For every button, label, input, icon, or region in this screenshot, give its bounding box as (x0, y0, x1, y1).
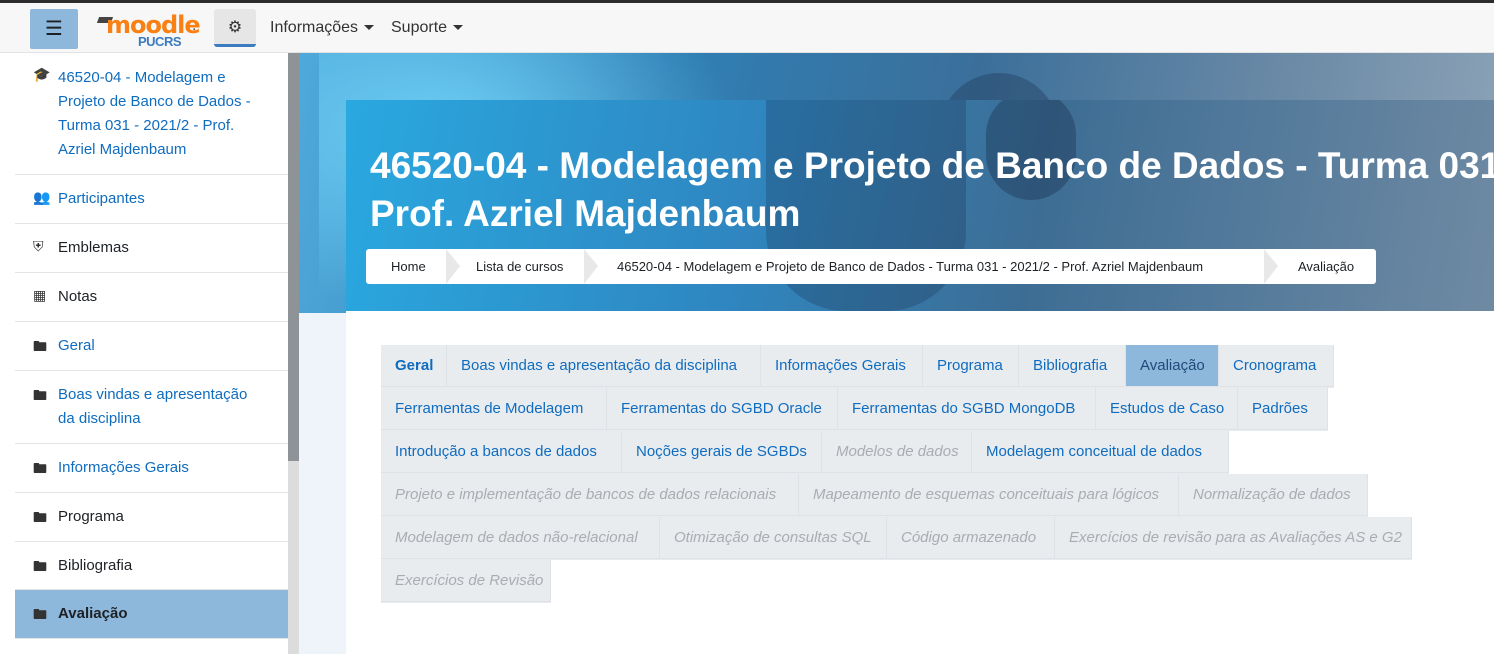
tab-ferramentas-oracle[interactable]: Ferramentas do SGBD Oracle (607, 388, 838, 430)
tabs-empty-area (1328, 388, 1494, 431)
logo-subtext: PUCRS (138, 34, 182, 49)
folder-icon: 🖿 (33, 338, 47, 354)
tabs-empty-area (551, 560, 1494, 603)
tab-programa[interactable]: Programa (923, 345, 1019, 387)
breadcrumb-separator-icon (584, 249, 598, 284)
tab-exercicios-avaliacoes: Exercícios de revisão para as Avaliações… (1055, 517, 1412, 559)
tab-codigo-armazenado: Código armazenado (887, 517, 1055, 559)
shield-icon: ⛨ (33, 238, 44, 254)
folder-icon: 🖿 (33, 460, 47, 476)
scrollbar-thumb[interactable] (288, 53, 299, 461)
tab-geral[interactable]: Geral (381, 345, 447, 387)
drawer-item-label: Participantes (58, 190, 145, 207)
table-icon: ▦ (33, 287, 47, 303)
folder-icon: 🖿 (33, 509, 47, 525)
tab-ferramentas-mongodb[interactable]: Ferramentas do SGBD MongoDB (838, 388, 1096, 430)
tab-mapeamento-esquemas: Mapeamento de esquemas conceituais para … (799, 474, 1179, 516)
breadcrumb: Home Lista de cursos 46520-04 - Modelage… (366, 249, 1376, 284)
tabs-empty-area (1412, 517, 1494, 560)
tab-exercicios-revisao: Exercícios de Revisão (381, 560, 551, 602)
drawer-item-informacoes-gerais[interactable]: 🖿 Informações Gerais (15, 444, 288, 493)
site-logo[interactable]: moodle PUCRS (96, 11, 201, 49)
tab-introducao[interactable]: Introdução a bancos de dados (381, 431, 622, 473)
drawer-item-label: Informações Gerais (58, 459, 189, 476)
menu-informacoes[interactable]: Informações (270, 19, 375, 37)
tab-nocoes-gerais[interactable]: Noções gerais de SGBDs (622, 431, 822, 473)
folder-icon: 🖿 (33, 606, 47, 622)
tab-cronograma[interactable]: Cronograma (1219, 345, 1334, 387)
breadcrumb-course[interactable]: 46520-04 - Modelagem e Projeto de Banco … (617, 249, 1203, 284)
tabs-empty-area (1229, 431, 1494, 474)
admin-settings-button[interactable]: ⚙ (214, 9, 256, 47)
drawer-toggle-button[interactable]: ☰ (30, 9, 78, 49)
caret-down-icon (453, 25, 464, 31)
drawer-item-avaliacao[interactable]: 🖿 Avaliação (15, 590, 288, 639)
drawer-scrollbar[interactable] (288, 53, 299, 654)
drawer-item-bibliografia[interactable]: 🖿 Bibliografia (15, 542, 288, 590)
drawer-item-course[interactable]: 🎓 46520-04 - Modelagem e Projeto de Banco… (15, 53, 288, 175)
menu-label: Informações (270, 19, 359, 36)
tab-avaliacao[interactable]: Avaliação (1126, 345, 1219, 387)
breadcrumb-lista-cursos[interactable]: Lista de cursos (476, 249, 563, 284)
users-icon: 👥 (33, 189, 51, 205)
tab-modelos-dados: Modelos de dados (822, 431, 972, 473)
caret-down-icon (364, 25, 375, 31)
tab-padroes[interactable]: Padrões (1238, 388, 1328, 430)
course-card: 46520-04 - Modelagem e Projeto de Banco … (346, 100, 1494, 654)
menu-suporte[interactable]: Suporte (391, 19, 464, 37)
tab-modelagem-nao-relacional: Modelagem de dados não-relacional (381, 517, 660, 559)
tab-projeto-implementacao: Projeto e implementação de bancos de dad… (381, 474, 799, 516)
folder-icon: 🖿 (33, 558, 47, 574)
drawer-item-label: Boas vindas e apresentação da disciplina (58, 386, 248, 427)
drawer-item-label: Bibliografia (58, 557, 133, 574)
tab-otimizacao-sql: Otimização de consultas SQL (660, 517, 887, 559)
tab-estudos-caso[interactable]: Estudos de Caso (1096, 388, 1238, 430)
drawer-item-label: Geral (58, 337, 95, 354)
topic-tabs: Geral Boas vindas e apresentação da disc… (381, 345, 1494, 603)
page-header: 46520-04 - Modelagem e Projeto de Banco … (346, 100, 1494, 311)
breadcrumb-home[interactable]: Home (391, 249, 426, 284)
drawer-item-notas[interactable]: ▦ Notas (15, 273, 288, 322)
tabs-empty-area (1368, 474, 1494, 517)
nav-drawer: 🎓 46520-04 - Modelagem e Projeto de Banco… (0, 53, 288, 654)
breadcrumb-separator-icon (446, 249, 460, 284)
navbar-separator: . (192, 17, 197, 34)
breadcrumb-current: Avaliação (1298, 259, 1355, 274)
drawer-item-label: Programa (58, 508, 124, 525)
tabs-empty-area (1334, 345, 1494, 388)
drawer-item-label: Emblemas (58, 239, 129, 256)
drawer-item-label: 46520-04 - Modelagem e Projeto de Banco d… (58, 69, 251, 158)
top-navbar: ☰ moodle PUCRS . ⚙ Informações Suporte (0, 3, 1494, 53)
tab-modelagem-conceitual[interactable]: Modelagem conceitual de dados (972, 431, 1229, 473)
drawer-item-emblemas[interactable]: ⛨ Emblemas (15, 224, 288, 273)
drawer-item-geral[interactable]: 🖿 Geral (15, 322, 288, 371)
gears-icon: ⚙ (227, 18, 243, 36)
tab-informacoes-gerais[interactable]: Informações Gerais (761, 345, 923, 387)
tab-ferramentas-modelagem[interactable]: Ferramentas de Modelagem (381, 388, 607, 430)
tab-normalizacao: Normalização de dados (1179, 474, 1368, 516)
breadcrumb-separator-icon (1264, 249, 1278, 284)
graduation-cap-icon: 🎓 (33, 66, 51, 82)
page-title: 46520-04 - Modelagem e Projeto de Banco … (370, 145, 1494, 234)
hamburger-icon: ☰ (45, 18, 63, 40)
folder-icon: 🖿 (33, 387, 47, 403)
tab-boas-vindas[interactable]: Boas vindas e apresentação da disciplina (447, 345, 761, 387)
tab-bibliografia[interactable]: Bibliografia (1019, 345, 1126, 387)
drawer-item-label: Avaliação (58, 605, 128, 622)
drawer-item-boas-vindas[interactable]: 🖿 Boas vindas e apresentação da disciplin… (15, 371, 288, 444)
main-region: 46520-04 - Modelagem e Projeto de Banco … (299, 53, 1494, 654)
drawer-item-label: Notas (58, 288, 98, 305)
drawer-item-participantes[interactable]: 👥 Participantes (15, 175, 288, 224)
drawer-item-programa[interactable]: 🖿 Programa (15, 493, 288, 542)
menu-label: Suporte (391, 19, 448, 36)
